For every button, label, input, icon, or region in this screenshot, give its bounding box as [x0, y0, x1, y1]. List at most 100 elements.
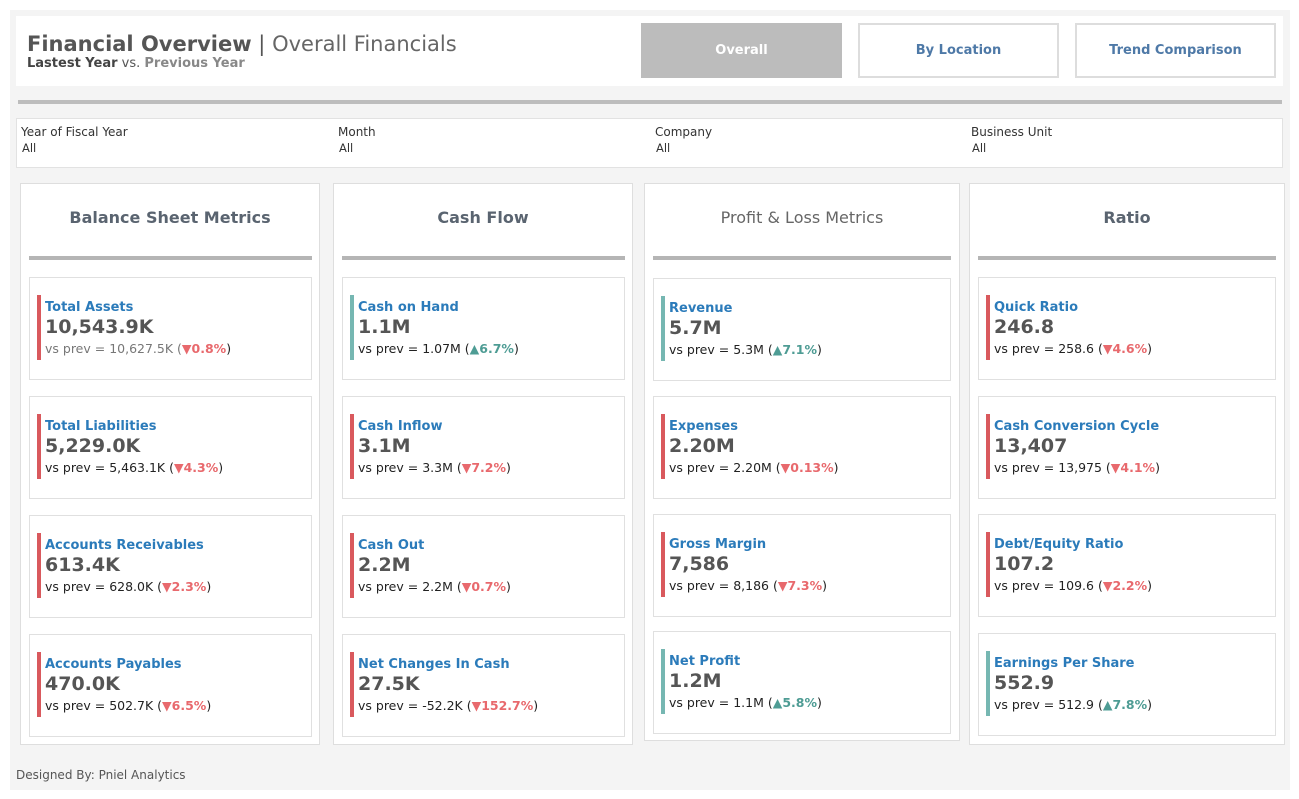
metric-name: Total Liabilities	[45, 419, 157, 434]
metric-indicator-bar	[661, 296, 665, 361]
metric-card-expenses[interactable]: Expenses 2.20M vs prev = 2.20M (▼0.13%)	[653, 396, 951, 499]
metric-delta: ▼4.6%	[1102, 341, 1148, 356]
metric-card-total-assets[interactable]: Total Assets 10,543.9K vs prev = 10,627.…	[29, 277, 312, 380]
metric-delta: ▼6.5%	[162, 698, 207, 713]
metric-prev-text: vs prev = 2.2M (	[358, 579, 462, 594]
ratio-panel: Ratio Quick Ratio 246.8 vs prev = 258.6 …	[969, 183, 1285, 745]
metric-name: Cash Inflow	[358, 419, 443, 434]
metric-name: Quick Ratio	[994, 300, 1079, 315]
metric-comparison: vs prev = 628.0K (▼2.3%)	[45, 579, 211, 594]
metric-comparison: vs prev = 512.9 (▲7.8%)	[994, 697, 1152, 712]
metric-value: 3.1M	[358, 435, 411, 457]
filter-business-unit[interactable]: Business Unit All	[971, 125, 1052, 155]
profit-loss-title: Profit & Loss Metrics	[720, 208, 884, 227]
metric-close-paren: )	[506, 579, 511, 594]
metric-delta: ▼4.1%	[1110, 460, 1156, 475]
metric-name: Net Profit	[669, 654, 741, 669]
metric-card-quick-ratio[interactable]: Quick Ratio 246.8 vs prev = 258.6 (▼4.6%…	[978, 277, 1276, 380]
metric-value: 552.9	[994, 672, 1055, 694]
metric-card-cash-inflow[interactable]: Cash Inflow 3.1M vs prev = 3.3M (▼7.2%)	[342, 396, 625, 499]
nav-by-location-button[interactable]: By Location	[858, 23, 1059, 78]
metric-card-revenue[interactable]: Revenue 5.7M vs prev = 5.3M (▲7.1%)	[653, 278, 951, 381]
nav-trend-comparison-button[interactable]: Trend Comparison	[1075, 23, 1276, 78]
ratio-divider	[978, 256, 1276, 260]
metric-card-cash-conversion-cycle[interactable]: Cash Conversion Cycle 13,407 vs prev = 1…	[978, 396, 1276, 499]
metric-value: 1.1M	[358, 316, 411, 338]
metric-indicator-bar	[350, 533, 354, 598]
metric-value: 470.0K	[45, 673, 120, 695]
metric-delta: ▲7.1%	[772, 342, 817, 357]
metric-comparison: vs prev = -52.2K (▼152.7%)	[358, 698, 538, 713]
filter-company-value[interactable]: All	[656, 141, 712, 155]
metric-card-total-liabilities[interactable]: Total Liabilities 5,229.0K vs prev = 5,4…	[29, 396, 312, 499]
filter-year[interactable]: Year of Fiscal Year All	[21, 125, 128, 155]
metric-card-earnings-per-share[interactable]: Earnings Per Share 552.9 vs prev = 512.9…	[978, 633, 1276, 736]
metric-card-gross-margin[interactable]: Gross Margin 7,586 vs prev = 8,186 (▼7.3…	[653, 514, 951, 617]
metric-comparison: vs prev = 109.6 (▼2.2%)	[994, 578, 1152, 593]
metric-prev-text: vs prev = 628.0K (	[45, 579, 163, 594]
metric-prev-text: vs prev = 13,975 (	[994, 460, 1111, 475]
metric-card-net-profit[interactable]: Net Profit 1.2M vs prev = 1.1M (▲5.8%)	[653, 631, 951, 734]
subtitle-vs: vs.	[117, 56, 145, 71]
metric-delta: ▼0.8%	[181, 341, 227, 356]
subtitle-current: Lastest Year	[27, 56, 118, 71]
metric-prev-text: vs prev = 5,463.1K (	[45, 460, 174, 475]
metric-indicator-bar	[350, 652, 354, 717]
metric-name: Revenue	[669, 301, 733, 316]
filter-month-value[interactable]: All	[339, 141, 376, 155]
metric-comparison: vs prev = 1.07M (▲6.7%)	[358, 341, 519, 356]
metric-card-accounts-receivables[interactable]: Accounts Receivables 613.4K vs prev = 62…	[29, 515, 312, 618]
metric-prev-text: vs prev = 512.9 (	[994, 697, 1103, 712]
metric-close-paren: )	[226, 341, 232, 356]
filter-year-label: Year of Fiscal Year	[21, 125, 128, 139]
filter-year-value[interactable]: All	[22, 141, 128, 155]
metric-delta: ▲6.7%	[469, 341, 514, 356]
metric-delta: ▲7.8%	[1102, 697, 1148, 712]
metric-indicator-bar	[986, 414, 990, 479]
ratio-title: Ratio	[1103, 208, 1151, 227]
metric-close-paren: )	[817, 342, 822, 357]
metric-prev-text: vs prev = 5.3M (	[669, 342, 773, 357]
metric-card-net-changes-in-cash[interactable]: Net Changes In Cash 27.5K vs prev = -52.…	[342, 634, 625, 737]
filter-business-unit-value[interactable]: All	[972, 141, 1052, 155]
filter-bar: Year of Fiscal Year All Month All Compan…	[16, 118, 1283, 168]
metric-close-paren: )	[833, 460, 839, 475]
metric-indicator-bar	[986, 295, 990, 360]
metric-close-paren: )	[1155, 460, 1160, 475]
metric-comparison: vs prev = 10,627.5K (▼0.8%)	[45, 341, 231, 356]
metric-card-cash-on-hand[interactable]: Cash on Hand 1.1M vs prev = 1.07M (▲6.7%…	[342, 277, 625, 380]
metric-close-paren: )	[1147, 341, 1152, 356]
metric-comparison: vs prev = 258.6 (▼4.6%)	[994, 341, 1152, 356]
profit-loss-divider	[653, 256, 951, 260]
filter-company[interactable]: Company All	[655, 125, 712, 155]
filter-business-unit-label: Business Unit	[971, 125, 1053, 139]
metric-card-accounts-payables[interactable]: Accounts Payables 470.0K vs prev = 502.7…	[29, 634, 312, 737]
metric-prev-text: vs prev = 1.1M (	[669, 695, 773, 710]
cash-flow-divider	[342, 256, 625, 260]
footer-credit: Designed By: Pniel Analytics	[16, 768, 186, 782]
metric-value: 5.7M	[669, 317, 722, 339]
metric-comparison: vs prev = 13,975 (▼4.1%)	[994, 460, 1160, 475]
metric-delta: ▲5.8%	[772, 695, 817, 710]
metric-delta: ▼7.2%	[461, 460, 506, 475]
metric-card-cash-out[interactable]: Cash Out 2.2M vs prev = 2.2M (▼0.7%)	[342, 515, 625, 618]
metric-name: Cash on Hand	[358, 300, 459, 315]
metric-delta: ▼152.7%	[471, 698, 534, 713]
metric-name: Accounts Payables	[45, 657, 182, 672]
metric-comparison: vs prev = 2.2M (▼0.7%)	[358, 579, 511, 594]
metric-name: Gross Margin	[669, 537, 767, 552]
filter-month[interactable]: Month All	[338, 125, 376, 155]
metric-close-paren: )	[206, 698, 212, 713]
metric-comparison: vs prev = 5,463.1K (▼4.3%)	[45, 460, 223, 475]
metric-value: 613.4K	[45, 554, 120, 576]
metrics-area: Balance Sheet Metrics Total Assets 10,54…	[10, 174, 1290, 758]
metric-value: 5,229.0K	[45, 435, 141, 457]
metric-comparison: vs prev = 502.7K (▼6.5%)	[45, 698, 211, 713]
metric-card-debt-equity-ratio[interactable]: Debt/Equity Ratio 107.2 vs prev = 109.6 …	[978, 514, 1276, 617]
page-title-sub: Overall Financials	[272, 32, 457, 56]
metric-delta: ▼2.3%	[162, 579, 207, 594]
metric-value: 1.2M	[669, 670, 722, 692]
nav-overall-button[interactable]: Overall	[641, 23, 842, 78]
metric-prev-text: vs prev = 258.6 (	[994, 341, 1103, 356]
metric-close-paren: )	[513, 341, 519, 356]
